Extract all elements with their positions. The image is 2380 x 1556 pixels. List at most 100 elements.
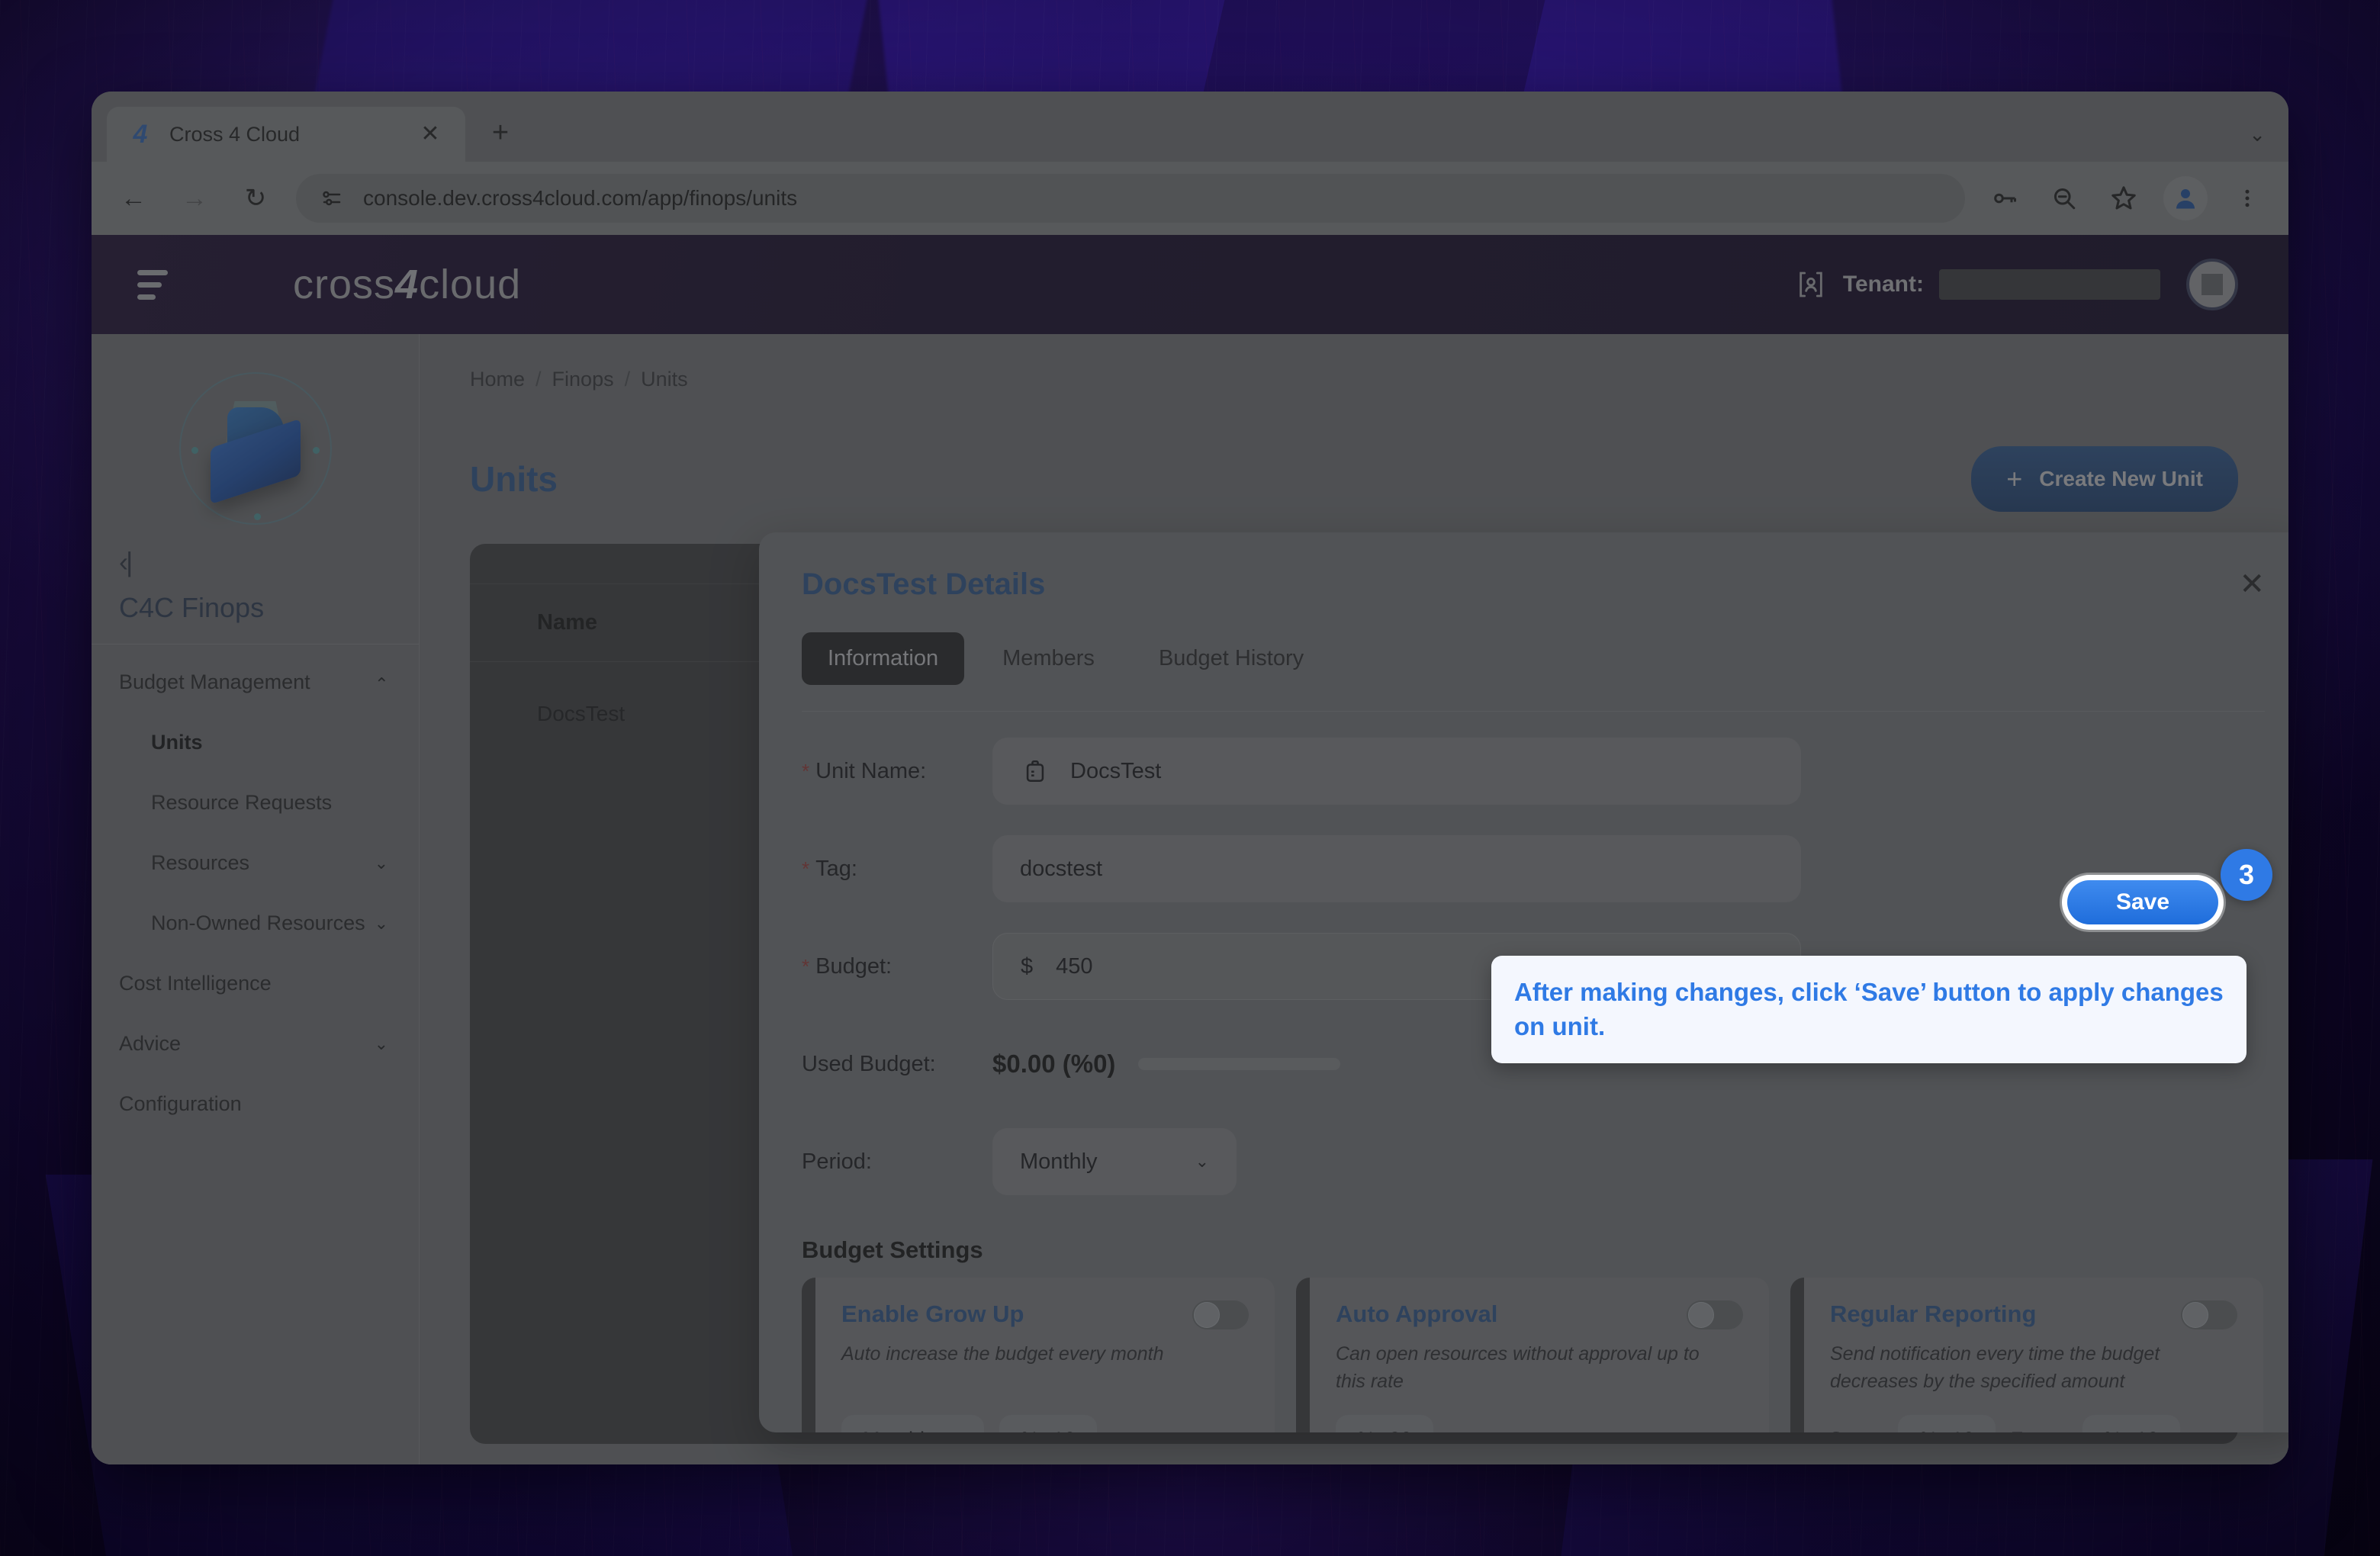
budget-label: * Budget: [802, 954, 992, 979]
sidebar-item-label: Non-Owned Resources [151, 911, 365, 934]
browser-tabstrip: 4 Cross 4 Cloud ✕ + ⌄ [92, 92, 2288, 162]
new-tab-button[interactable]: + [485, 117, 516, 148]
enable-grow-up-toggle[interactable] [1192, 1300, 1249, 1329]
percent-symbol: % [1021, 1428, 1039, 1433]
sidebar-item-cost-intelligence[interactable]: Cost Intelligence [92, 953, 419, 1014]
required-marker: * [802, 954, 810, 978]
used-budget-progress-bar [1138, 1058, 1341, 1070]
reporting-every-label: Every: [2011, 1429, 2066, 1432]
sidebar-item-resources[interactable]: Resources ⌄ [92, 833, 419, 893]
reporting-start-label: Start : [1830, 1429, 1883, 1432]
tab-members[interactable]: Members [976, 632, 1121, 685]
card-title: Regular Reporting [1830, 1300, 2037, 1327]
sidebar-divider [92, 644, 419, 645]
tab-title: Cross 4 Cloud [169, 122, 301, 146]
back-button[interactable]: ← [113, 178, 154, 219]
required-marker: * [802, 759, 810, 783]
auto-approval-percent-input[interactable]: % 30 [1336, 1415, 1434, 1433]
sidebar-item-budget-management[interactable]: Budget Management ⌄ [92, 652, 419, 712]
card-description: Can open resources without approval up t… [1336, 1343, 1700, 1393]
sidebar-item-label: Advice [119, 1032, 182, 1055]
sidebar-item-resource-requests[interactable]: Resource Requests [92, 773, 419, 833]
contact-card-icon [1794, 267, 1828, 302]
period-label: Period: [802, 1149, 872, 1174]
modal-title: DocsTest Details [802, 567, 1046, 601]
breadcrumb-finops[interactable]: Finops [552, 368, 614, 391]
reload-button[interactable]: ↻ [235, 178, 276, 219]
budget-settings-heading: Budget Settings [802, 1236, 983, 1263]
breadcrumb-home[interactable]: Home [470, 368, 525, 391]
sidebar-item-label: Budget Management [119, 670, 310, 693]
sidebar-item-advice[interactable]: Advice ⌄ [92, 1014, 419, 1074]
period-value: Monthly [1020, 1149, 1098, 1174]
sidebar-item-non-owned-resources[interactable]: Non-Owned Resources ⌄ [92, 893, 419, 953]
unit-name-value: DocsTest [1070, 758, 1162, 783]
breadcrumb-separator: / [536, 368, 542, 391]
tenant-selector[interactable]: Tenant: [1794, 267, 2160, 302]
auto-approval-toggle[interactable] [1687, 1300, 1743, 1329]
forward-button[interactable]: → [174, 178, 215, 219]
three-dot-menu-icon[interactable] [2227, 178, 2267, 218]
reporting-start-percent-input[interactable]: % 10 [1898, 1415, 1996, 1432]
form-row-tag: * Tag: docstest [802, 820, 2265, 918]
budget-settings-cards: Enable Grow Up Auto increase the budget … [802, 1278, 2265, 1432]
tab-budget-history[interactable]: Budget History [1133, 632, 1330, 685]
tag-label: * Tag: [802, 857, 992, 882]
hamburger-icon[interactable] [137, 269, 171, 300]
currency-symbol: $ [1021, 953, 1034, 979]
profile-avatar-icon[interactable] [2163, 176, 2208, 220]
sidebar-item-configuration[interactable]: Configuration [92, 1074, 419, 1134]
used-budget-label: Used Budget: [802, 1051, 936, 1076]
card-description: Auto increase the budget every month [841, 1343, 1164, 1365]
chevron-down-icon: ⌄ [949, 1429, 963, 1432]
card-controls: Start : % 10 Every: % 10 [1830, 1415, 2180, 1432]
page-header: Units + Create New Unit [470, 446, 2238, 512]
address-bar[interactable]: console.dev.cross4cloud.com/app/finops/u… [296, 174, 1965, 223]
period-select[interactable]: Monthly ⌄ [992, 1128, 1237, 1195]
breadcrumb: Home / Finops / Units [470, 368, 2238, 391]
browser-toolbar: ← → ↻ console.dev.cross4cloud.com/app/fi… [92, 162, 2288, 235]
sidebar-item-label: Resource Requests [151, 791, 333, 814]
plus-icon: + [2006, 463, 2023, 494]
avatar[interactable] [2186, 259, 2238, 310]
sidebar-item-units[interactable]: Units [92, 712, 419, 773]
tag-value: docstest [1020, 856, 1102, 881]
zoom-out-icon[interactable] [2044, 178, 2084, 218]
close-icon[interactable]: ✕ [2239, 569, 2265, 600]
chevron-down-icon: ⌄ [374, 913, 388, 933]
brand-suffix: cloud [419, 262, 522, 307]
sidebar-item-label: Cost Intelligence [119, 972, 272, 995]
web-application: cross 4 cloud Tenant: ‹| C4C Finops Budg… [92, 235, 2288, 1464]
browser-tab[interactable]: 4 Cross 4 Cloud ✕ [107, 107, 465, 162]
tenant-value-redacted [1939, 269, 2160, 300]
regular-reporting-toggle[interactable] [2181, 1300, 2237, 1329]
grow-up-percent-input[interactable]: % 10 [999, 1415, 1098, 1433]
modal-divider [802, 711, 2265, 712]
card-title: Enable Grow Up [841, 1300, 1024, 1327]
star-icon[interactable] [2104, 178, 2144, 218]
reporting-every-percent-input[interactable]: % 10 [2082, 1415, 2180, 1432]
budget-value: 450 [1056, 953, 1093, 979]
unit-name-input[interactable]: DocsTest [992, 738, 1801, 805]
save-button[interactable]: Save [2067, 880, 2218, 924]
card-header: Enable Grow Up [841, 1300, 1249, 1329]
unit-name-label: * Unit Name: [802, 759, 992, 784]
app-body: ‹| C4C Finops Budget Management ⌄ Units … [92, 334, 2288, 1464]
grow-up-period-value: Monthly [863, 1428, 935, 1433]
browser-window: 4 Cross 4 Cloud ✕ + ⌄ ← → ↻ console.dev.… [92, 92, 2288, 1464]
finops-unit-illustration [178, 372, 332, 525]
create-new-unit-button[interactable]: + Create New Unit [1971, 446, 2238, 512]
percent-symbol: % [1357, 1428, 1375, 1433]
tag-input[interactable]: docstest [992, 835, 1801, 902]
chevron-down-icon[interactable]: ⌄ [2249, 123, 2266, 146]
tab-information[interactable]: Information [802, 632, 965, 685]
breadcrumb-units[interactable]: Units [641, 368, 688, 391]
key-icon[interactable] [1985, 178, 2025, 218]
sidebar-collapse-button[interactable]: ‹| [119, 546, 419, 578]
brand-logo: cross 4 cloud [293, 261, 521, 308]
card-enable-grow-up: Enable Grow Up Auto increase the budget … [802, 1278, 1275, 1432]
grow-up-period-select[interactable]: Monthly ⌄ [841, 1415, 984, 1432]
brand-prefix: cross [293, 262, 396, 307]
close-icon[interactable]: ✕ [415, 119, 445, 149]
site-settings-icon[interactable] [319, 185, 345, 211]
